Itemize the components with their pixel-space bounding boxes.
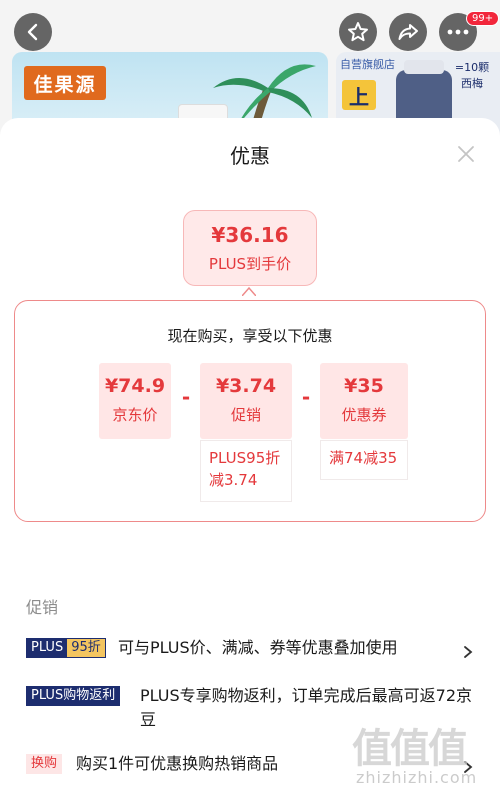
site-watermark: 值值值 zhizhizhi.com bbox=[352, 716, 492, 796]
final-price-label: PLUS到手价 bbox=[208, 255, 292, 273]
jd-price-tile: ¥74.9 京东价 bbox=[99, 363, 171, 439]
minus-sign: - bbox=[301, 385, 311, 409]
close-icon[interactable] bbox=[454, 142, 478, 166]
coupon-tile: ¥35 优惠券 bbox=[320, 363, 408, 439]
promotion-note: PLUS95折减3.74 bbox=[200, 440, 292, 502]
final-price-value: ¥36.16 bbox=[211, 223, 289, 247]
sheet-title: 优惠 bbox=[230, 144, 270, 168]
minus-sign: - bbox=[181, 385, 191, 409]
star-icon bbox=[348, 22, 368, 42]
share-button[interactable] bbox=[389, 13, 427, 51]
price-breakdown-box: 现在购买，享受以下优惠 ¥74.9 京东价 - ¥3.74 促销 - ¥35 优… bbox=[14, 300, 486, 522]
plus-95-tag: PLUS 95折 bbox=[26, 638, 106, 658]
back-arrow-icon bbox=[27, 23, 38, 41]
discount-tag-label: 95折 bbox=[67, 639, 105, 657]
favorite-button[interactable] bbox=[339, 13, 377, 51]
pointer-arrow bbox=[242, 286, 256, 296]
store-note: =10颗 西梅 bbox=[454, 61, 490, 90]
final-price-card: ¥36.16 PLUS到手价 bbox=[183, 210, 317, 286]
breakdown-heading: 现在购买，享受以下优惠 bbox=[167, 327, 333, 345]
discount-sheet: 优惠 ¥36.16 PLUS到手价 现在购买，享受以下优惠 ¥74.9 京东价 … bbox=[0, 118, 500, 802]
jd-price-value: ¥74.9 bbox=[104, 375, 166, 397]
coupon-label: 优惠券 bbox=[341, 406, 387, 424]
plus-tag-label: PLUS bbox=[27, 639, 68, 657]
chevron-right-icon bbox=[464, 646, 473, 658]
brand-logo: 佳果源 bbox=[24, 66, 106, 100]
coupon-value: ¥35 bbox=[344, 375, 384, 397]
coupon-note: 满74减35 bbox=[320, 440, 408, 480]
plus-rebate-tag: PLUS购物返利 bbox=[26, 686, 121, 706]
watermark-glyphs: 值值值 bbox=[352, 726, 468, 772]
notification-badge: 99+ bbox=[466, 11, 500, 26]
share-icon bbox=[398, 24, 418, 40]
watermark-url: zhizhizhi.com bbox=[356, 768, 478, 787]
promotions-section-title: 促销 bbox=[26, 598, 59, 617]
promotion-text: 可与PLUS价、满减、券等优惠叠加使用 bbox=[118, 638, 398, 657]
exchange-tag: 换购 bbox=[26, 754, 63, 774]
more-icon bbox=[447, 29, 469, 35]
back-button[interactable] bbox=[14, 13, 52, 51]
store-title: 自营旗舰店 bbox=[340, 58, 395, 71]
store-up-label: 上 bbox=[342, 80, 376, 110]
promotion-label: 促销 bbox=[230, 406, 261, 424]
promotion-value: ¥3.74 bbox=[215, 375, 277, 397]
jd-price-label: 京东价 bbox=[112, 406, 158, 424]
promotion-tile: ¥3.74 促销 bbox=[200, 363, 292, 439]
